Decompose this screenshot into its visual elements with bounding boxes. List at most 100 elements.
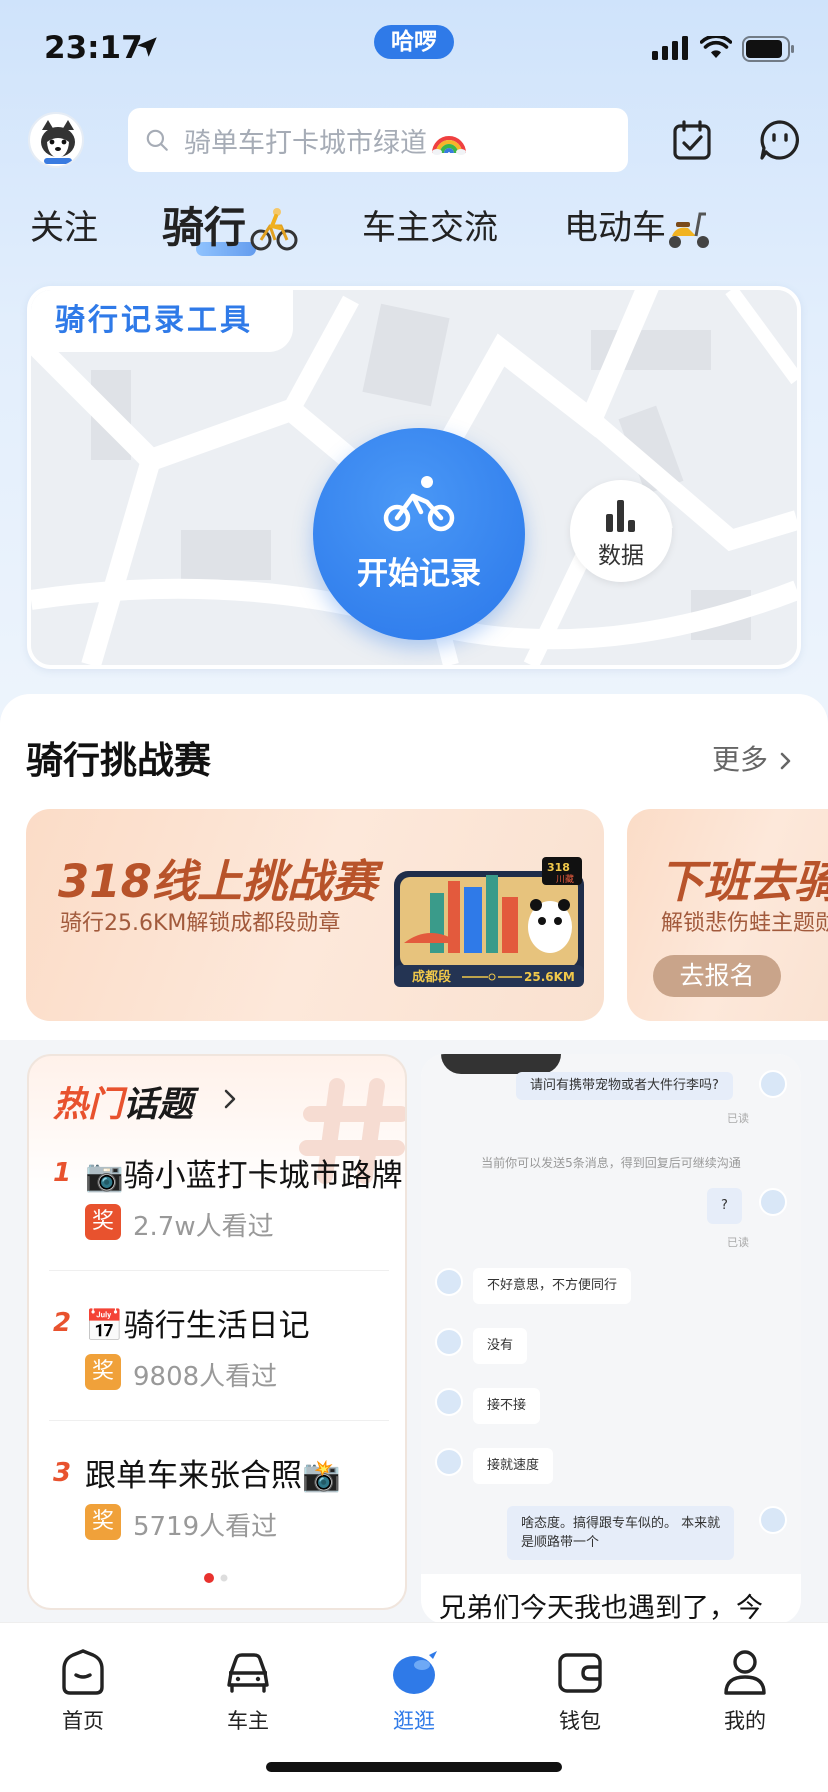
chat-avatar bbox=[759, 1188, 787, 1216]
tabbar-label: 钱包 bbox=[559, 1709, 601, 1733]
chat-avatar bbox=[759, 1506, 787, 1534]
scribble-redaction bbox=[441, 1054, 561, 1074]
chevron-right-icon bbox=[224, 1089, 236, 1109]
divider bbox=[49, 1270, 389, 1271]
chevron-right-icon bbox=[780, 752, 791, 770]
chat-bubble-received: 没有 bbox=[473, 1328, 528, 1364]
chat-bubble-received: 接就速度 bbox=[473, 1448, 554, 1484]
ride-record-card: 骑行记录工具 开始记录 数据 bbox=[27, 286, 801, 669]
read-mark: 已读 bbox=[727, 1236, 749, 1249]
battery-icon bbox=[742, 36, 794, 62]
rank-number: 3 bbox=[52, 1458, 72, 1488]
explore-icon bbox=[393, 1651, 437, 1694]
reward-badge: 奖 bbox=[85, 1504, 121, 1540]
challenge-card-commute[interactable]: 下班去骑 解锁悲伤蛙主题勋 去报名 bbox=[627, 809, 828, 1021]
topic-item[interactable]: 2 📅骑行生活日记 奖 9808人看过 bbox=[29, 1298, 405, 1428]
challenge-section-title: 骑行挑战赛 bbox=[26, 739, 211, 782]
challenge-card-318[interactable]: 318线上挑战赛 骑行25.6KM解锁成都段勋章 318 川藏 成都段 25.6… bbox=[26, 809, 604, 1021]
challenge-title: 318线上挑战赛 bbox=[58, 855, 377, 908]
rank-number: 2 bbox=[52, 1308, 72, 1338]
medal-badge-text: 318 bbox=[547, 861, 570, 874]
data-button[interactable]: 数据 bbox=[570, 480, 672, 582]
bar-chart-icon bbox=[606, 500, 635, 532]
post-image-chat-screenshot: 请问有携带宠物或者大件行李吗? 已读 当前你可以发送5条消息，得到回复后可继续沟… bbox=[421, 1054, 801, 1574]
pagination-dots bbox=[204, 1573, 228, 1583]
view-count: 2.7w人看过 bbox=[133, 1212, 274, 1242]
chat-avatar bbox=[435, 1268, 463, 1296]
tabbar-label: 首页 bbox=[62, 1709, 104, 1733]
chat-bubble-sent-long: 啥态度。搞得跟专车似的。 本来就 是顺路带一个 bbox=[507, 1506, 735, 1560]
message-face-icon[interactable] bbox=[758, 118, 802, 162]
calendar-check-icon[interactable] bbox=[670, 118, 714, 162]
challenge-subtitle-2: 解锁悲伤蛙主题勋 bbox=[661, 911, 828, 936]
challenge-subtitle: 骑行25.6KM解锁成都段勋章 bbox=[60, 911, 341, 936]
title-hot: 热门 bbox=[53, 1085, 124, 1125]
topic-item[interactable]: 3 跟单车来张合照📸 奖 5719人看过 bbox=[29, 1448, 405, 1578]
tab-riding-label: 骑行 bbox=[162, 203, 247, 252]
status-pill[interactable]: 哈啰 bbox=[374, 25, 454, 59]
tabbar-owner[interactable]: 车主 bbox=[193, 1623, 303, 1733]
reward-badge: 奖 bbox=[85, 1204, 121, 1240]
cyclist-emoji-icon bbox=[250, 208, 298, 251]
chat-line: 啥态度。搞得跟专车似的。 本来就 bbox=[521, 1516, 721, 1531]
category-tabs: 关注 骑行 车主交流 电动车 bbox=[0, 200, 828, 260]
medal-distance-text: 25.6KM bbox=[524, 970, 575, 984]
tabbar-home[interactable]: 首页 bbox=[28, 1623, 138, 1733]
chat-bubble-received: 接不接 bbox=[473, 1388, 541, 1424]
system-note: 当前你可以发送5条消息，得到回复后可继续沟通 bbox=[481, 1156, 741, 1170]
topic-item[interactable]: 1 📷骑小蓝打卡城市路牌 奖 2.7w人看过 bbox=[29, 1148, 405, 1278]
read-mark: 已读 bbox=[727, 1112, 749, 1125]
tab-ebike[interactable]: 电动车 bbox=[564, 200, 666, 249]
profile-icon bbox=[724, 1650, 766, 1695]
hot-topics-card[interactable]: 热门话题 1 📷骑小蓝打卡城市路牌 奖 2.7w人看过 2 📅骑行生活日记 奖 … bbox=[27, 1054, 407, 1610]
challenge-title-2: 下班去骑 bbox=[659, 855, 828, 908]
tabbar-wallet[interactable]: 钱包 bbox=[525, 1623, 635, 1733]
start-record-label: 开始记录 bbox=[357, 556, 481, 592]
home-indicator bbox=[266, 1762, 562, 1772]
data-label: 数据 bbox=[598, 543, 644, 569]
search-icon bbox=[146, 129, 168, 151]
topic-title: 📷骑小蓝打卡城市路牌 bbox=[85, 1150, 403, 1195]
topic-text: 骑小蓝打卡城市路牌 bbox=[123, 1158, 403, 1194]
divider bbox=[49, 1420, 389, 1421]
search-bar[interactable]: 骑单车打卡城市绿道 bbox=[128, 108, 628, 172]
topic-title: 📅骑行生活日记 bbox=[85, 1300, 310, 1345]
topic-text: 骑行生活日记 bbox=[123, 1308, 310, 1344]
tab-follow[interactable]: 关注 bbox=[30, 200, 98, 249]
chat-avatar bbox=[435, 1388, 463, 1416]
medal-tag-text: 川藏 bbox=[556, 873, 574, 885]
tabbar-explore[interactable]: 逛逛 bbox=[359, 1623, 469, 1733]
start-record-button[interactable]: 开始记录 bbox=[313, 428, 525, 640]
status-time: 23:17 bbox=[44, 30, 143, 66]
car-icon bbox=[227, 1653, 269, 1693]
chat-bubble-received: 不好意思，不方便同行 bbox=[473, 1268, 632, 1304]
top-header: 骑单车打卡城市绿道 bbox=[0, 108, 828, 174]
search-placeholder: 骑单车打卡城市绿道 bbox=[184, 127, 427, 159]
chat-line: 是顺路带一个 bbox=[521, 1535, 600, 1550]
user-avatar[interactable] bbox=[28, 112, 84, 168]
title-rest: 话题 bbox=[123, 1085, 194, 1125]
rank-number: 1 bbox=[52, 1158, 72, 1188]
location-arrow-icon bbox=[137, 37, 157, 57]
chat-avatar bbox=[435, 1328, 463, 1356]
signup-button[interactable]: 去报名 bbox=[653, 955, 781, 997]
ride-tool-label: 骑行记录工具 bbox=[31, 290, 293, 352]
post-card[interactable]: 请问有携带宠物或者大件行李吗? 已读 当前你可以发送5条消息，得到回复后可继续沟… bbox=[421, 1054, 801, 1624]
chat-avatar bbox=[435, 1448, 463, 1476]
tabbar-label: 逛逛 bbox=[393, 1709, 435, 1733]
view-count: 9808人看过 bbox=[133, 1362, 278, 1392]
topic-emoji: 📸 bbox=[302, 1458, 341, 1494]
cellular-signal-icon bbox=[652, 36, 688, 60]
more-link[interactable]: 更多 bbox=[712, 738, 795, 778]
hot-topics-title: 热门话题 bbox=[53, 1076, 193, 1127]
tab-riding[interactable]: 骑行 bbox=[162, 194, 246, 255]
rainbow-icon bbox=[432, 136, 466, 155]
tabbar-label: 我的 bbox=[724, 1709, 766, 1733]
tab-owner-talk[interactable]: 车主交流 bbox=[362, 200, 498, 249]
topic-emoji: 📅 bbox=[85, 1308, 124, 1344]
tabbar-profile[interactable]: 我的 bbox=[690, 1623, 800, 1733]
wallet-icon bbox=[558, 1653, 602, 1693]
chat-avatar bbox=[759, 1070, 787, 1098]
bike-icon bbox=[383, 476, 455, 532]
chengdu-medal-image: 318 川藏 成都段 25.6KM bbox=[394, 857, 584, 987]
